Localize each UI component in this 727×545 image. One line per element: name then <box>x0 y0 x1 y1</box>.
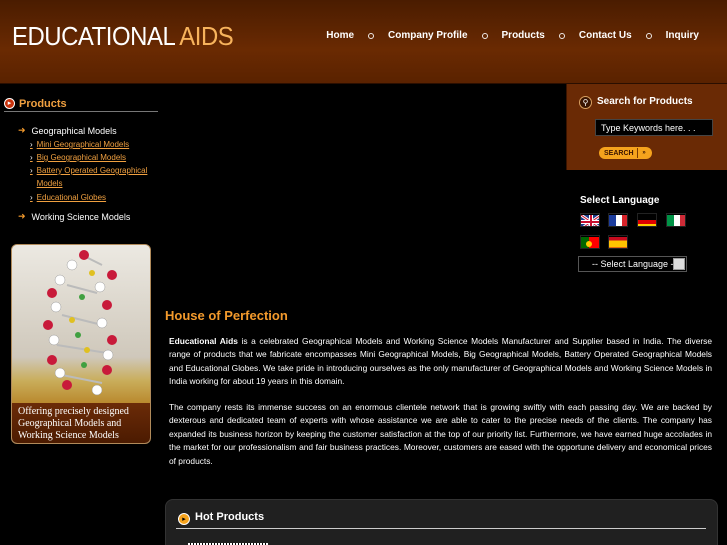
chevron-right-icon: › <box>30 166 33 175</box>
sidebar-subitem-label: Big Geographical Models <box>36 153 127 162</box>
search-icon: ⚲ <box>579 96 592 109</box>
promo-banner[interactable]: Offering precisely designed Geographical… <box>11 244 151 444</box>
search-button-label: SEARCH <box>604 149 634 157</box>
page-title: House of Perfection <box>165 308 288 323</box>
sidebar-item-working-science-models[interactable]: ➜ Working Science Models <box>18 211 130 222</box>
germany-flag-icon[interactable] <box>637 213 657 227</box>
promo-caption: Offering precisely designed Geographical… <box>12 403 150 443</box>
intro-text: is a celebrated Geographical Models and … <box>169 336 712 387</box>
dna-model-image <box>12 245 150 405</box>
sidebar-title: Products <box>19 97 67 110</box>
company-name: Educational Aids <box>169 336 238 346</box>
nav-inquiry[interactable]: Inquiry <box>666 30 699 41</box>
about-paragraph: The company rests its immense success on… <box>169 402 712 466</box>
france-flag-icon[interactable] <box>608 213 628 227</box>
nav-separator-icon <box>368 32 375 39</box>
logo-word-aids: AIDS <box>179 21 234 51</box>
bullet-circle-icon: ▸ <box>4 98 15 109</box>
arrow-right-icon: ➜ <box>18 211 26 221</box>
sidebar-item-geographical-models[interactable]: ➜ Geographical Models <box>18 125 117 136</box>
sidebar-products-heading: ▸ Products <box>4 96 158 112</box>
sidebar-subitem-label: Mini Geographical Models <box>36 140 130 149</box>
nav-company-profile[interactable]: Company Profile <box>388 30 467 41</box>
sidebar-subitem-battery-operated-geographical-models[interactable]: › Battery Operated Geographical Models <box>30 164 155 190</box>
divider <box>176 528 706 529</box>
nav-home[interactable]: Home <box>326 30 354 41</box>
chevron-right-icon: › <box>30 153 33 162</box>
nav-separator-icon <box>645 32 652 39</box>
language-select[interactable]: -- Select Language -- <box>578 256 687 272</box>
language-title: Select Language <box>580 195 660 206</box>
sidebar-subitem-educational-globes[interactable]: › Educational Globes <box>30 191 106 204</box>
dropdown-arrow-icon <box>673 258 685 270</box>
intro-paragraph: Educational Aids is a celebrated Geograp… <box>169 335 712 389</box>
sidebar-item-label: Geographical Models <box>31 125 117 136</box>
arrow-right-icon: ➜ <box>18 125 26 135</box>
portugal-flag-icon[interactable] <box>580 235 600 249</box>
logo-word-educational: EDUCATIONAL <box>12 21 175 51</box>
sidebar-subitem-label: Battery Operated Geographical Models <box>36 166 148 188</box>
nav-products[interactable]: Products <box>502 30 545 41</box>
nav-separator-icon <box>481 32 488 39</box>
chevron-right-icon: › <box>30 140 33 149</box>
main-nav: Home Company Profile Products Contact Us… <box>326 30 699 41</box>
search-title: Search for Products <box>597 96 693 107</box>
italy-flag-icon[interactable] <box>666 213 686 227</box>
sidebar-item-label: Working Science Models <box>31 211 131 222</box>
sidebar-subitem-label: Educational Globes <box>36 193 107 202</box>
search-panel: ⚲ Search for Products SEARCH » <box>566 84 727 170</box>
language-select-value: -- Select Language -- <box>592 259 677 269</box>
sidebar-subitem-mini-geographical-models[interactable]: › Mini Geographical Models <box>30 138 129 151</box>
bullet-circle-icon: ▸ <box>178 513 190 525</box>
search-input[interactable] <box>595 119 713 136</box>
hot-products-title: Hot Products <box>195 511 265 523</box>
uk-flag-icon[interactable] <box>580 213 600 227</box>
site-logo[interactable]: EDUCATIONAL AIDS <box>12 21 234 52</box>
nav-separator-icon <box>558 32 565 39</box>
search-button[interactable]: SEARCH » <box>599 147 652 159</box>
double-arrow-icon: » <box>637 148 650 158</box>
hot-products-panel: ▸ Hot Products <box>165 499 718 545</box>
header: EDUCATIONAL AIDS Home Company Profile Pr… <box>0 0 727 84</box>
nav-contact-us[interactable]: Contact Us <box>579 30 632 41</box>
spain-flag-icon[interactable] <box>608 235 628 249</box>
chevron-right-icon: › <box>30 193 33 202</box>
sidebar-subitem-big-geographical-models[interactable]: › Big Geographical Models <box>30 151 126 164</box>
